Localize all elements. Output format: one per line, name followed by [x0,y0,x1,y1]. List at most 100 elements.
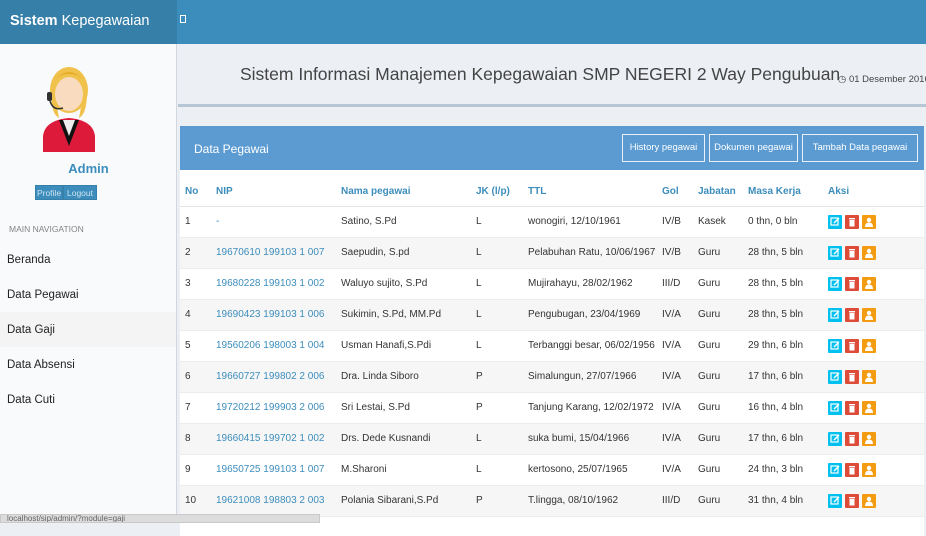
user-icon[interactable] [862,307,876,322]
logout-button[interactable]: Logout [63,185,97,200]
cell-nip[interactable]: 19660415 199702 1 002 [211,423,336,455]
user-icon[interactable] [862,462,876,477]
main-content: Sistem Informasi Manajemen Kepegawaian S… [178,44,926,536]
edit-icon[interactable] [828,245,842,260]
cell-nip[interactable]: 19690423 199103 1 006 [211,299,336,331]
column-header[interactable]: NIP [211,178,336,207]
user-icon[interactable] [862,338,876,353]
column-header[interactable]: Jabatan [693,178,743,207]
cell-jabatan: Guru [693,299,743,331]
column-header[interactable]: TTL [523,178,657,207]
edit-icon[interactable] [828,400,842,415]
profile-button[interactable]: Profile [35,185,63,200]
column-header[interactable]: No [180,178,211,207]
edit-icon[interactable] [828,431,842,446]
edit-icon[interactable] [828,338,842,353]
column-header[interactable]: Gol [657,178,693,207]
cell-nip[interactable]: - [211,206,336,238]
cell-masa-kerja: 17 thn, 6 bln [743,423,823,455]
sidebar-item-data-absensi[interactable]: Data Absensi [0,347,176,382]
edit-icon[interactable] [828,369,842,384]
cell-nip[interactable]: 19720212 199903 2 006 [211,392,336,424]
user-icon[interactable] [862,493,876,508]
cell-nip[interactable]: 19650725 199103 1 007 [211,454,336,486]
column-header[interactable]: Nama pegawai [336,178,471,207]
cell-ttl: Simalungun, 27/07/1966 [523,361,657,393]
cell-nama: Saepudin, S.pd [336,237,471,269]
cell-jk: L [471,423,523,455]
title-divider [178,104,926,107]
cell-nama: M.Sharoni [336,454,471,486]
cell-no: 1 [180,206,211,238]
cell-ttl: Tanjung Karang, 12/02/1972 [523,392,657,424]
cell-no: 2 [180,237,211,269]
brand-logo[interactable]: Sistem Kepegawaian [0,0,177,44]
cell-jabatan: Guru [693,268,743,300]
cell-aksi [823,361,924,393]
cell-masa-kerja: 28 thn, 5 bln [743,237,823,269]
cell-aksi [823,423,924,455]
table-row: 10 19621008 198803 2 003 Polania Sibaran… [180,485,924,517]
user-icon[interactable] [862,214,876,229]
user-icon[interactable] [862,400,876,415]
cell-masa-kerja: 28 thn, 5 bln [743,268,823,300]
cell-gol: III/D [657,485,693,517]
user-icon[interactable] [862,369,876,384]
cell-nip[interactable]: 19621008 198803 2 003 [211,485,336,517]
cell-gol: IV/A [657,454,693,486]
cell-jk: L [471,268,523,300]
trash-icon[interactable] [845,214,859,229]
cell-nip[interactable]: 19680228 199103 1 002 [211,268,336,300]
cell-aksi [823,392,924,424]
cell-nip[interactable]: 19660727 199802 2 006 [211,361,336,393]
column-header[interactable]: JK (l/p) [471,178,523,207]
sidebar-item-data-gaji[interactable]: Data Gaji [0,312,176,347]
trash-icon[interactable] [845,431,859,446]
edit-icon[interactable] [828,307,842,322]
cell-aksi [823,268,924,300]
cell-aksi [823,330,924,362]
dokumen-pegawai-button[interactable]: Dokumen pegawai [709,134,798,162]
cell-nama: Sri Lestai, S.Pd [336,392,471,424]
edit-icon[interactable] [828,493,842,508]
cell-jabatan: Kasek [693,206,743,238]
cell-jk: P [471,361,523,393]
sidebar-item-beranda[interactable]: Beranda [0,242,176,277]
trash-icon[interactable] [845,338,859,353]
trash-icon[interactable] [845,462,859,477]
trash-icon[interactable] [845,276,859,291]
trash-icon[interactable] [845,369,859,384]
cell-nip[interactable]: 19560206 198003 1 004 [211,330,336,362]
cell-no: 8 [180,423,211,455]
page-title: Sistem Informasi Manajemen Kepegawaian S… [240,64,841,84]
tambah-data-pegawai-button[interactable]: Tambah Data pegawai [802,134,918,162]
trash-icon[interactable] [845,493,859,508]
edit-icon[interactable] [828,214,842,229]
cell-no: 7 [180,392,211,424]
trash-icon[interactable] [845,245,859,260]
history-pegawai-button[interactable]: History pegawai [622,134,705,162]
sidebar-toggle-icon[interactable] [180,15,186,23]
cell-gol: IV/B [657,237,693,269]
cell-aksi [823,454,924,486]
sidebar-item-data-pegawai[interactable]: Data Pegawai [0,277,176,312]
trash-icon[interactable] [845,307,859,322]
cell-aksi [823,299,924,331]
column-header[interactable]: Masa Kerja [743,178,823,207]
user-icon[interactable] [862,431,876,446]
cell-nip[interactable]: 19670610 199103 1 007 [211,237,336,269]
edit-icon[interactable] [828,276,842,291]
table-row: 7 19720212 199903 2 006 Sri Lestai, S.Pd… [180,392,924,424]
cell-masa-kerja: 24 thn, 3 bln [743,454,823,486]
table-row: 8 19660415 199702 1 002 Drs. Dede Kusnan… [180,423,924,455]
date-text: 01 Desember 2016 [848,74,926,85]
edit-icon[interactable] [828,462,842,477]
user-icon[interactable] [862,245,876,260]
cell-jabatan: Guru [693,237,743,269]
cell-aksi [823,485,924,517]
sidebar: Admin Profile Logout MAIN NAVIGATION Ber… [0,44,177,523]
trash-icon[interactable] [845,400,859,415]
user-icon[interactable] [862,276,876,291]
nav-header: MAIN NAVIGATION [9,224,84,234]
sidebar-item-data-cuti[interactable]: Data Cuti [0,382,176,417]
